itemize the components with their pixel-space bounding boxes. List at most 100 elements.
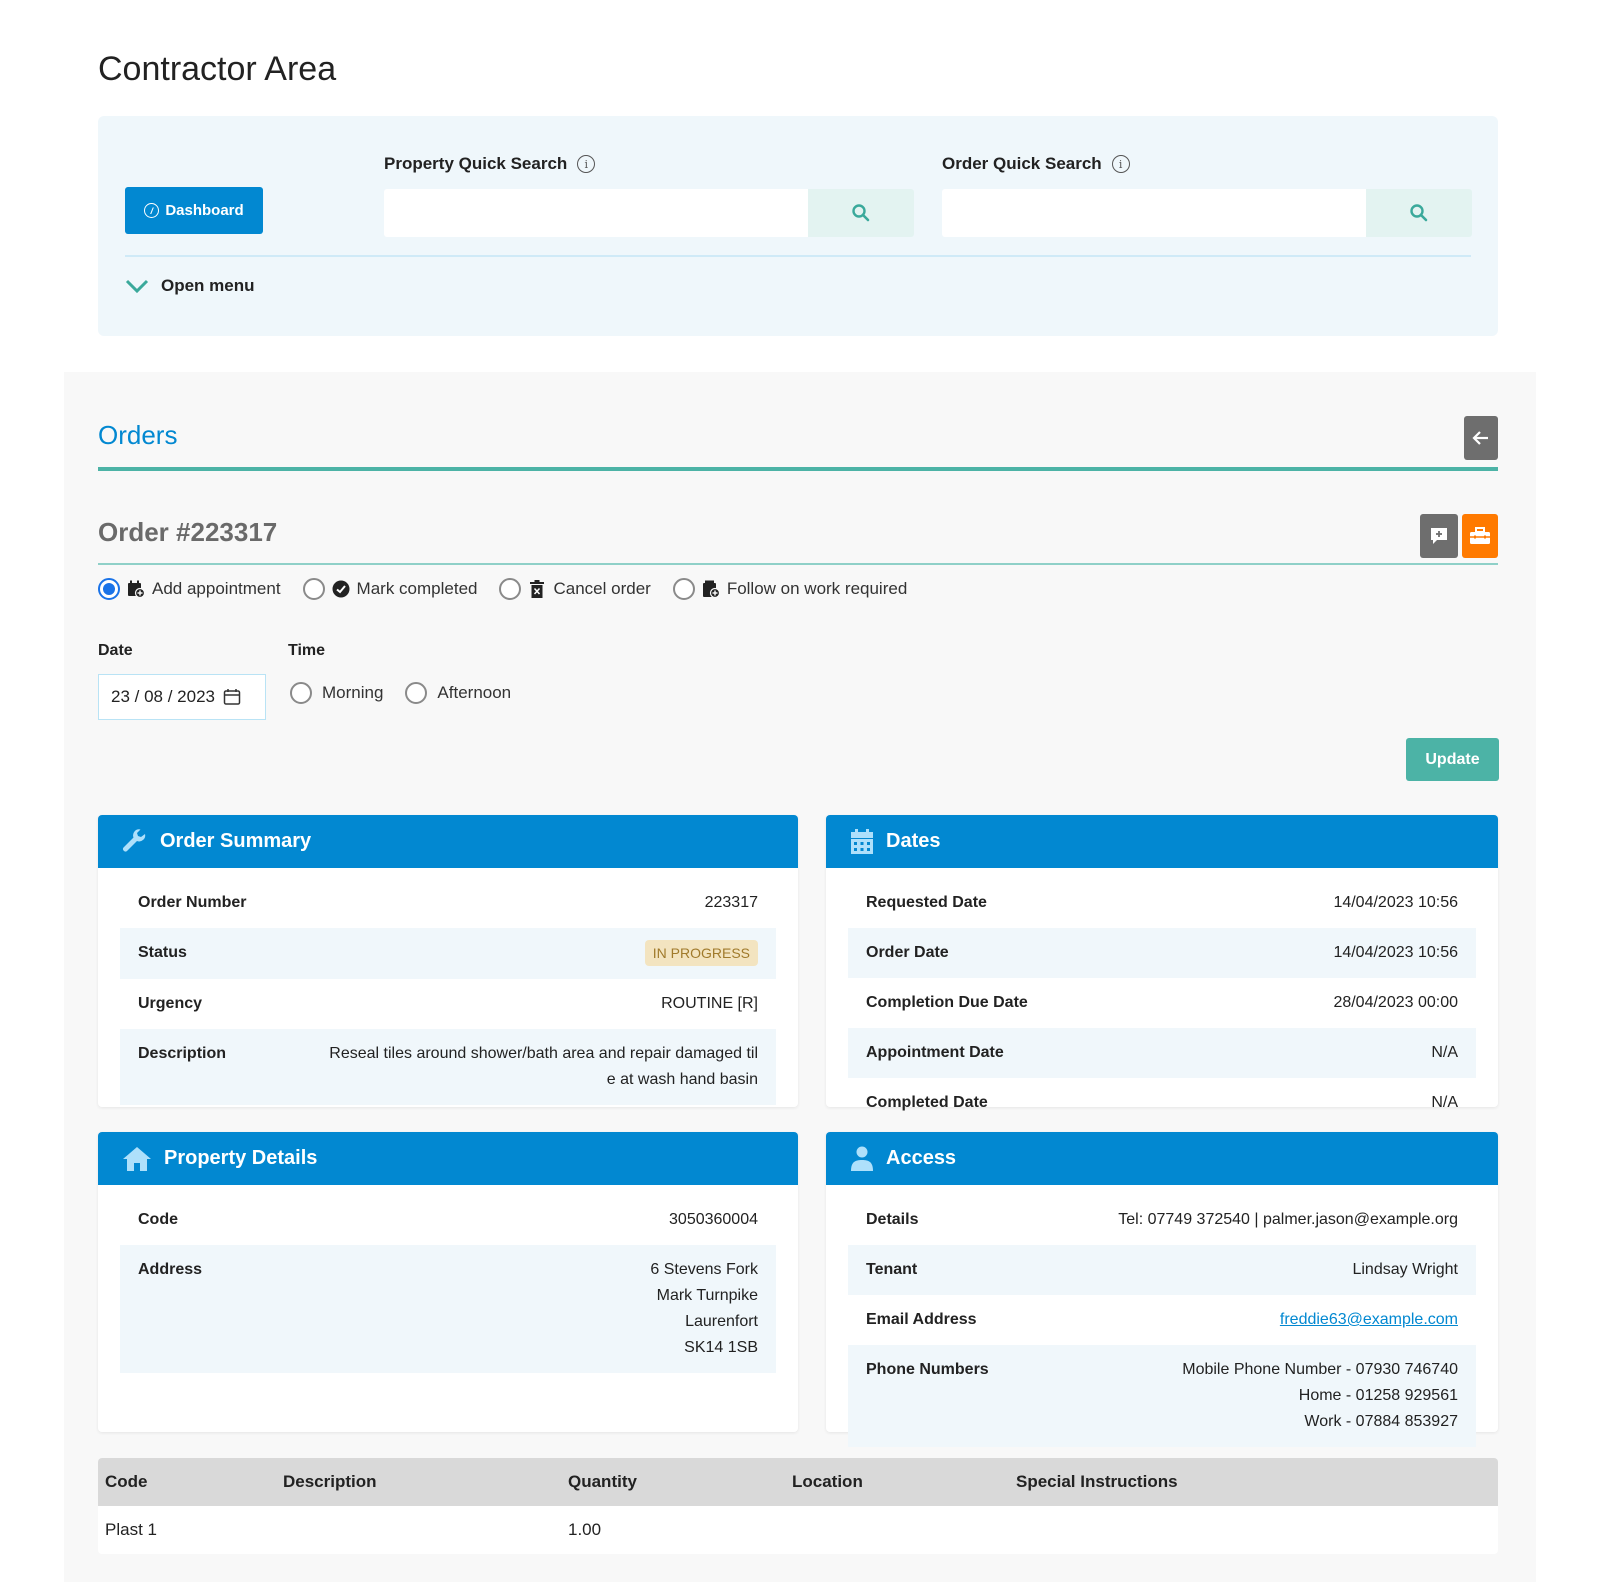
property-row-address: Address 6 Stevens Fork Mark Turnpike Lau… — [120, 1245, 776, 1373]
update-button[interactable]: Update — [1406, 738, 1499, 781]
access-row-email: Email Address freddie63@example.com — [848, 1295, 1476, 1345]
row-value: N/A — [1431, 1044, 1458, 1061]
cell-location — [785, 1506, 1009, 1554]
dates-card: Dates Requested Date 14/04/2023 10:56 Or… — [826, 815, 1498, 1111]
dates-row: Completion Due Date 28/04/2023 00:00 — [848, 978, 1476, 1028]
chevron-down-icon — [125, 279, 149, 294]
dashboard-label: Dashboard — [165, 202, 244, 219]
property-search-input[interactable] — [384, 189, 808, 237]
row-key: Completed Date — [866, 1094, 988, 1111]
back-button[interactable] — [1464, 416, 1498, 460]
order-search-button[interactable] — [1366, 189, 1472, 237]
comment-plus-icon — [1431, 528, 1447, 544]
card-title: Access — [886, 1147, 957, 1169]
time-label: Time — [288, 642, 326, 659]
quick-search-panel: / Dashboard Property Quick Search i Orde… — [98, 116, 1498, 336]
toolbox-button[interactable] — [1462, 514, 1498, 558]
clipboard-plus-icon — [701, 579, 721, 599]
radio-cancel-order[interactable] — [499, 578, 522, 600]
dashboard-button[interactable]: / Dashboard — [125, 187, 263, 234]
property-details-card: Property Details Code 3050360004 Address… — [98, 1132, 798, 1432]
open-menu-label: Open menu — [161, 276, 255, 295]
row-value: Tel: 07749 372540 | palmer.jason@example… — [1118, 1211, 1458, 1228]
appointment-date-input[interactable]: 23 / 08 / 2023 — [98, 674, 266, 720]
card-title: Order Summary — [160, 830, 312, 852]
row-key: Order Number — [138, 894, 247, 911]
column-header-code: Code — [98, 1458, 276, 1506]
address-line: Mark Turnpike — [656, 1287, 758, 1304]
column-header-location: Location — [785, 1458, 1009, 1506]
order-heading: Order #223317 — [98, 517, 278, 547]
row-key: Details — [866, 1211, 919, 1228]
radio-morning[interactable] — [290, 682, 312, 704]
summary-row-order-number: Order Number 223317 — [120, 878, 776, 928]
radio-mark-completed[interactable] — [302, 578, 325, 600]
access-card: Access Details Tel: 07749 372540 | palme… — [826, 1132, 1498, 1447]
tenant-email-link[interactable]: freddie63@example.com — [1280, 1311, 1458, 1328]
action-mark-completed[interactable]: Mark completed — [302, 578, 477, 600]
order-summary-card: Order Summary Order Number 223317 Status… — [98, 815, 798, 1107]
row-key: Code — [138, 1211, 178, 1228]
action-cancel-order[interactable]: Cancel order — [499, 578, 651, 600]
cell-quantity: 1.00 — [568, 1520, 602, 1539]
order-items-table: Code Description Quantity Location Speci… — [98, 1458, 1498, 1554]
summary-row-description: Description Reseal tiles around shower/b… — [120, 1029, 776, 1105]
info-icon[interactable]: i — [1111, 155, 1130, 173]
orders-section-title: Orders — [98, 420, 178, 450]
check-circle-icon — [331, 579, 351, 599]
page-title: Contractor Area — [98, 50, 337, 88]
order-quick-search: Order Quick Search i — [942, 154, 1472, 237]
arrow-left-icon — [1472, 431, 1488, 445]
calendar-icon[interactable] — [223, 688, 241, 706]
action-follow-on-work[interactable]: Follow on work required — [672, 578, 907, 600]
dashboard-gauge-icon: / — [144, 203, 160, 218]
row-value: 14/04/2023 10:56 — [1333, 894, 1458, 911]
add-note-button[interactable] — [1420, 514, 1458, 558]
order-summary-header: Order Summary — [98, 815, 798, 868]
address-line: Laurenfort — [685, 1313, 758, 1330]
dates-row: Requested Date 14/04/2023 10:56 — [848, 878, 1476, 928]
info-icon[interactable]: i — [577, 155, 596, 173]
table-header-row: Code Description Quantity Location Speci… — [98, 1458, 1498, 1506]
trash-x-icon — [527, 579, 547, 599]
phone-line: Work - 07884 853927 — [1304, 1413, 1458, 1430]
time-option-label: Morning — [322, 683, 384, 702]
order-search-input[interactable] — [942, 189, 1366, 237]
row-value: Reseal tiles around shower/bath area and… — [329, 1045, 758, 1088]
row-value: 28/04/2023 00:00 — [1333, 994, 1458, 1011]
radio-afternoon[interactable] — [405, 682, 428, 704]
radio-add-appointment[interactable] — [98, 578, 120, 600]
row-value: 223317 — [704, 894, 758, 911]
property-quick-search: Property Quick Search i — [384, 154, 914, 237]
table-row: Plast 1 1.00 — [98, 1506, 1498, 1554]
time-option-afternoon[interactable]: Afternoon — [405, 682, 511, 704]
action-add-appointment[interactable]: Add appointment — [98, 578, 281, 600]
column-header-special-instructions: Special Instructions — [1009, 1458, 1498, 1506]
orders-main: Orders Order #223317 Add appointment Mar… — [64, 372, 1536, 1582]
search-icon — [852, 204, 870, 222]
access-row-tenant: Tenant Lindsay Wright — [848, 1245, 1476, 1295]
row-key: Requested Date — [866, 894, 987, 911]
cell-code: Plast 1 — [105, 1520, 157, 1539]
phone-line: Home - 01258 929561 — [1298, 1387, 1458, 1404]
dates-row: Completed Date N/A — [848, 1078, 1476, 1128]
dates-header: Dates — [826, 815, 1498, 868]
radio-follow-on-work[interactable] — [672, 578, 695, 600]
time-option-morning[interactable]: Morning — [290, 682, 383, 704]
open-menu-toggle[interactable]: Open menu — [125, 276, 255, 296]
address-line: 6 Stevens Fork — [650, 1261, 758, 1278]
row-key: Appointment Date — [866, 1044, 1004, 1061]
home-icon — [123, 1146, 151, 1171]
row-value: 3050360004 — [669, 1211, 758, 1228]
cell-special-instructions — [1009, 1506, 1498, 1554]
property-search-button[interactable] — [808, 189, 914, 237]
dates-row: Order Date 14/04/2023 10:56 — [848, 928, 1476, 978]
column-header-quantity: Quantity — [561, 1458, 785, 1506]
date-label: Date — [98, 642, 133, 659]
calendar-icon — [851, 828, 873, 854]
calendar-plus-icon — [126, 579, 146, 599]
row-value: ROUTINE [R] — [661, 995, 758, 1012]
order-action-radios: Add appointment Mark completed Cancel or… — [98, 578, 907, 600]
row-key: Completion Due Date — [866, 994, 1028, 1011]
row-key: Tenant — [866, 1261, 918, 1278]
